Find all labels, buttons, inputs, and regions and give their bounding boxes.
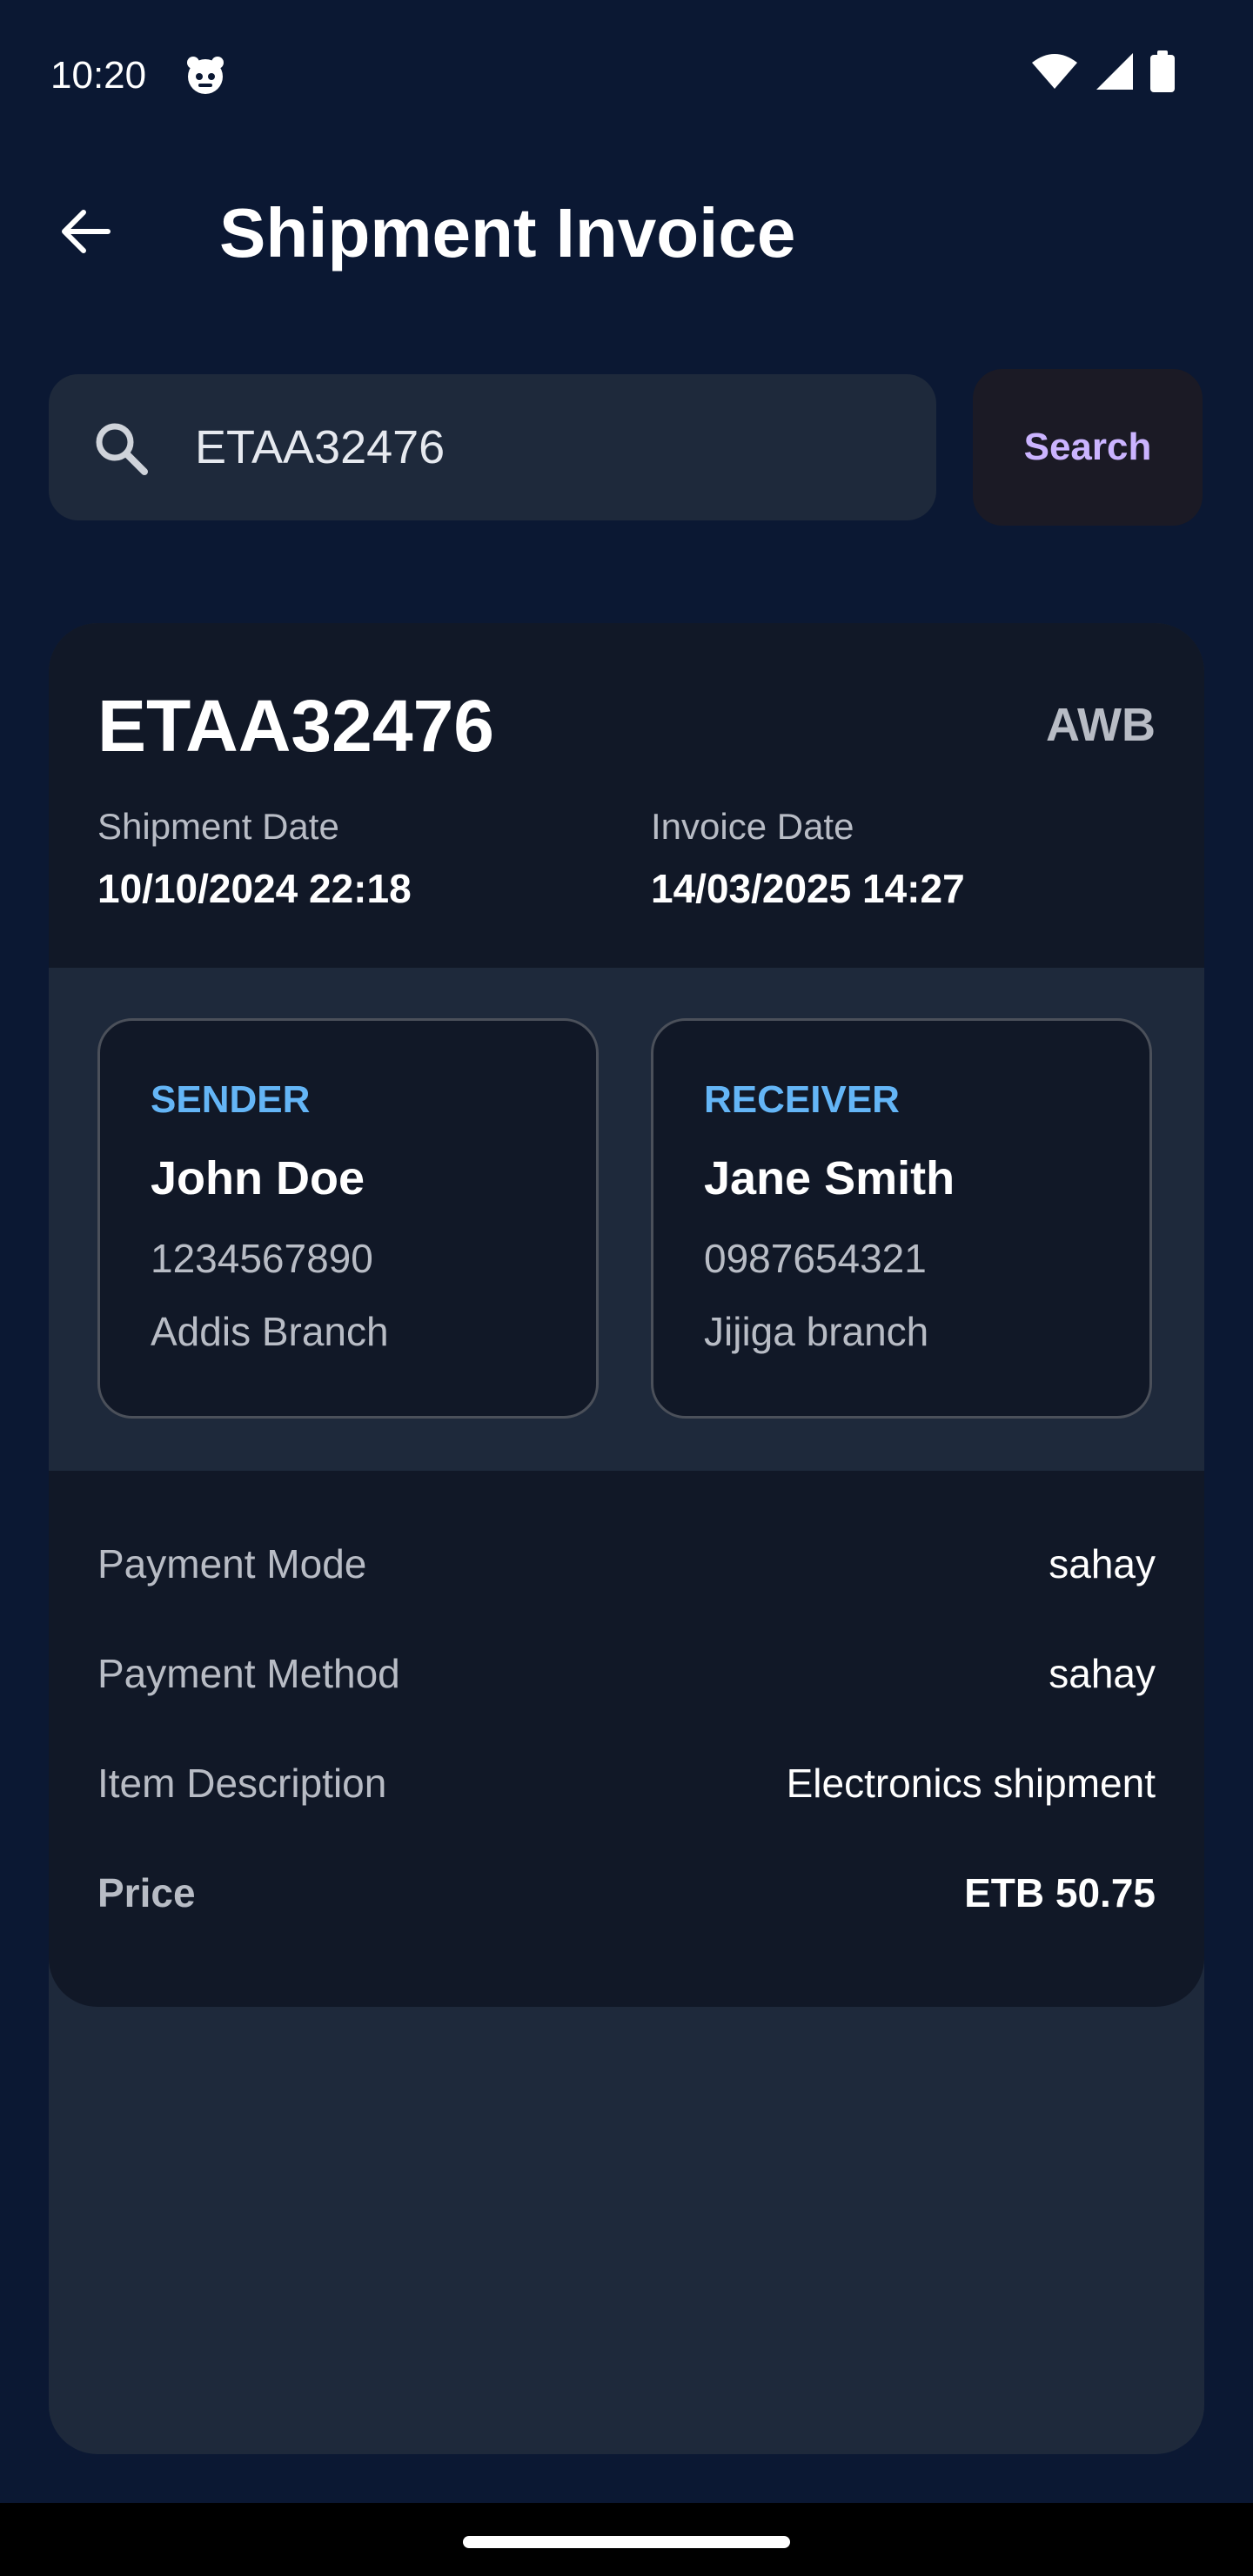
sender-branch: Addis Branch [151, 1309, 389, 1354]
arrow-left-icon [57, 204, 113, 264]
invoice-header: ETAA32476 AWB Shipment Date 10/10/2024 2… [49, 623, 1204, 968]
detail-row-price: Price ETB 50.75 [97, 1869, 1156, 1930]
receiver-role: RECEIVER [704, 1078, 900, 1121]
tracking-number: ETAA32476 [97, 685, 495, 767]
detail-value: sahay [1049, 1651, 1156, 1696]
detail-label: Payment Method [97, 1651, 400, 1696]
sender-phone: 1234567890 [151, 1236, 373, 1281]
sender-role: SENDER [151, 1078, 311, 1121]
navigation-bar [0, 2503, 1253, 2576]
signal-icon [1095, 51, 1135, 96]
receiver-name: Jane Smith [704, 1152, 955, 1204]
detail-row-item-description: Item Description Electronics shipment [97, 1760, 1156, 1821]
shipment-date-label: Shipment Date [97, 806, 339, 847]
price-value: ETB 50.75 [964, 1870, 1156, 1915]
sender-name: John Doe [151, 1152, 365, 1204]
page-title: Shipment Invoice [219, 194, 796, 272]
invoice-details: Payment Mode sahay Payment Method sahay … [49, 1471, 1204, 2007]
home-indicator[interactable] [463, 2536, 790, 2548]
status-time: 10:20 [50, 54, 147, 97]
search-input[interactable] [195, 416, 891, 479]
price-label: Price [97, 1870, 196, 1915]
face-icon [184, 54, 226, 96]
invoice-date-label: Invoice Date [651, 806, 854, 847]
awb-label: AWB [1046, 699, 1156, 751]
receiver-phone: 0987654321 [704, 1236, 927, 1281]
invoice-date-value: 14/03/2025 14:27 [651, 866, 965, 911]
receiver-card: RECEIVER Jane Smith 0987654321 Jijiga br… [651, 1018, 1152, 1419]
detail-row-payment-mode: Payment Mode sahay [97, 1540, 1156, 1601]
wifi-icon [1030, 52, 1079, 95]
back-button[interactable] [49, 197, 122, 270]
detail-label: Payment Mode [97, 1541, 367, 1587]
shipment-date-value: 10/10/2024 22:18 [97, 866, 412, 911]
search-button[interactable]: Search [973, 369, 1203, 526]
status-bar: 10:20 [0, 0, 1253, 148]
search-icon [92, 419, 150, 477]
detail-value: Electronics shipment [786, 1761, 1156, 1806]
invoice-card: ETAA32476 AWB Shipment Date 10/10/2024 2… [49, 623, 1204, 2454]
battery-icon [1150, 50, 1175, 97]
sender-card: SENDER John Doe 1234567890 Addis Branch [97, 1018, 599, 1419]
receiver-branch: Jijiga branch [704, 1309, 929, 1354]
search-box[interactable] [49, 374, 936, 520]
detail-row-payment-method: Payment Method sahay [97, 1650, 1156, 1711]
detail-value: sahay [1049, 1541, 1156, 1587]
detail-label: Item Description [97, 1761, 387, 1806]
